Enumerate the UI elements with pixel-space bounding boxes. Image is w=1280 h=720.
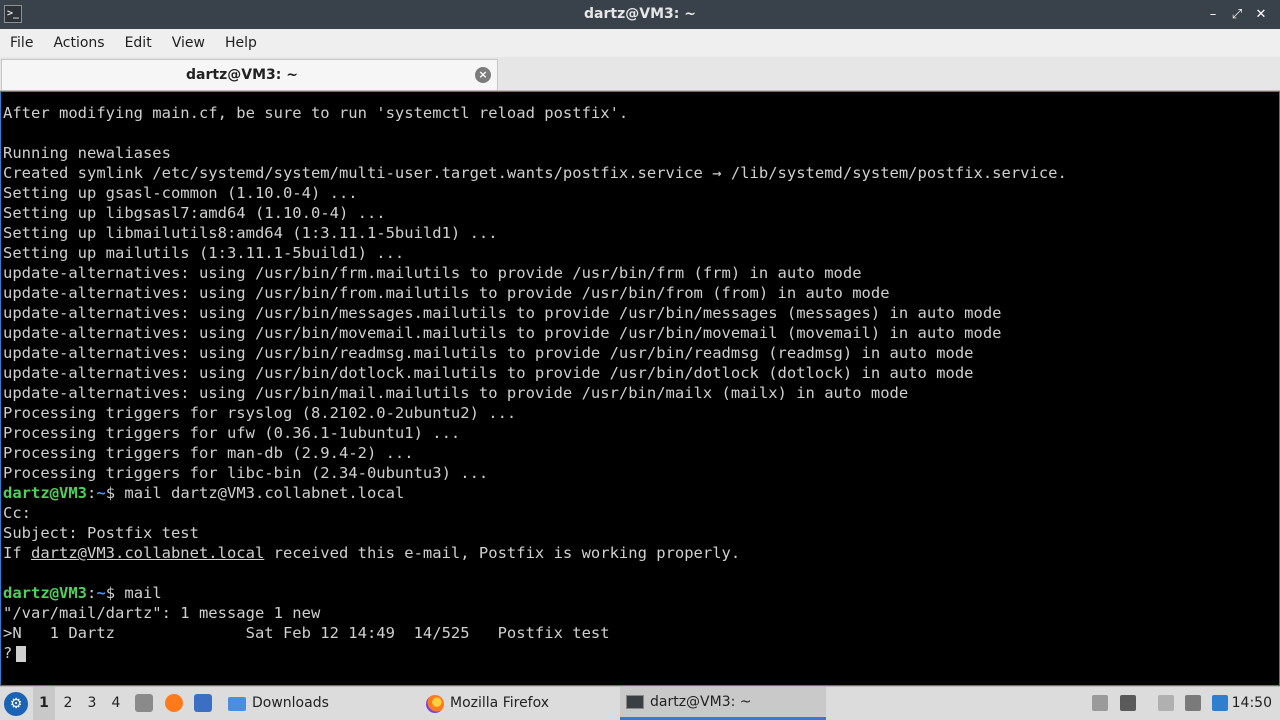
clock[interactable]: 14:50 <box>1232 687 1272 720</box>
email-link[interactable]: dartz@VM3.collabnet.local <box>31 544 264 562</box>
body-prefix: If <box>3 544 31 562</box>
terminal-line: Setting up libgsasl7:amd64 (1.10.0-4) ..… <box>3 204 386 222</box>
terminal-line: update-alternatives: using /usr/bin/dotl… <box>3 364 974 382</box>
prompt-separator: : <box>87 484 97 502</box>
terminal-output[interactable]: After modifying main.cf, be sure to run … <box>0 91 1280 686</box>
prompt-separator: : <box>87 584 97 602</box>
files-launcher-icon[interactable] <box>135 694 153 712</box>
window-title: dartz@VM3: ~ <box>584 6 696 22</box>
terminal-line: update-alternatives: using /usr/bin/frm.… <box>3 264 862 282</box>
prompt-user: dartz@VM3 <box>3 584 87 602</box>
command-text: mail dartz@VM3.collabnet.local <box>115 484 405 502</box>
volume-icon[interactable] <box>1120 695 1136 711</box>
terminal-line: Setting up libmailutils8:amd64 (1:3.11.1… <box>3 224 498 242</box>
task-label: Downloads <box>252 695 329 711</box>
terminal-line: Setting up gsasl-common (1.10.0-4) ... <box>3 184 358 202</box>
firefox-icon <box>426 694 444 713</box>
firefox-launcher-icon[interactable] <box>165 694 183 712</box>
workspace-2[interactable]: 2 <box>57 687 79 720</box>
prompt-line: dartz@VM3:~$ mail <box>3 583 1273 603</box>
prompt-sign: $ <box>105 484 116 502</box>
workspace-3[interactable]: 3 <box>81 687 103 720</box>
input-line[interactable]: ? <box>3 643 1273 663</box>
update-icon[interactable] <box>1212 695 1228 711</box>
terminal-line: Processing triggers for ufw (0.36.1-1ubu… <box>3 424 461 442</box>
terminal-line: Processing triggers for libc-bin (2.34-0… <box>3 464 489 482</box>
body-suffix: received this e-mail, Postfix is working… <box>264 544 741 562</box>
prompt-path: ~ <box>96 584 106 602</box>
terminal-icon <box>626 695 644 709</box>
workspace-4[interactable]: 4 <box>105 687 127 720</box>
command-text: mail <box>115 584 162 602</box>
terminal-line: If dartz@VM3.collabnet.local received th… <box>3 543 1273 563</box>
menu-bar: File Actions Edit View Help <box>0 29 1280 57</box>
terminal-line: Processing triggers for man-db (2.9.4-2)… <box>3 444 414 462</box>
terminal-tab[interactable]: dartz@VM3: ~ × <box>1 59 498 90</box>
desktop-launcher-icon[interactable] <box>194 694 212 712</box>
screen-icon[interactable] <box>1185 695 1201 711</box>
terminal-line: Processing triggers for rsyslog (8.2102.… <box>3 404 517 422</box>
start-menu-icon[interactable]: ⚙ <box>4 692 28 716</box>
clipboard-icon[interactable] <box>1158 695 1174 711</box>
prompt-user: dartz@VM3 <box>3 484 87 502</box>
window-titlebar[interactable]: >_ dartz@VM3: ~ – ⤢ ✕ <box>0 0 1280 29</box>
task-downloads[interactable]: Downloads <box>222 687 335 720</box>
task-terminal[interactable]: dartz@VM3: ~ <box>620 687 826 720</box>
terminal-line: Cc: <box>3 504 31 522</box>
folder-icon <box>228 696 246 711</box>
terminal-line: "/var/mail/dartz": 1 message 1 new <box>3 604 321 622</box>
menu-actions[interactable]: Actions <box>43 29 114 57</box>
menu-view[interactable]: View <box>162 29 215 57</box>
close-button[interactable]: ✕ <box>1250 0 1272 29</box>
terminal-line: update-alternatives: using /usr/bin/mess… <box>3 304 1002 322</box>
maximize-button[interactable]: ⤢ <box>1226 0 1248 29</box>
task-firefox[interactable]: Mozilla Firefox <box>420 687 555 720</box>
terminal-line: update-alternatives: using /usr/bin/read… <box>3 344 974 362</box>
minimize-button[interactable]: – <box>1202 0 1224 29</box>
terminal-line: After modifying main.cf, be sure to run … <box>3 104 629 122</box>
text-cursor <box>16 645 27 662</box>
task-label: Mozilla Firefox <box>450 695 550 711</box>
prompt-path: ~ <box>96 484 106 502</box>
window-controls: – ⤢ ✕ <box>1202 0 1272 29</box>
taskbar: ⚙ 1 2 3 4 Downloads Mozilla Firefox dart… <box>0 686 1280 720</box>
tab-close-icon[interactable]: × <box>475 67 491 83</box>
terminal-line: Setting up mailutils (1:3.11.1-5build1) … <box>3 244 405 262</box>
mail-message-row: >N 1 Dartz Sat Feb 12 14:49 14/525 Postf… <box>3 624 610 642</box>
tab-bar: dartz@VM3: ~ × <box>0 57 1280 91</box>
terminal-line: Running newaliases <box>3 144 171 162</box>
prompt-line: dartz@VM3:~$ mail dartz@VM3.collabnet.lo… <box>3 483 1273 503</box>
menu-file[interactable]: File <box>0 29 43 57</box>
terminal-line: Created symlink /etc/systemd/system/mult… <box>3 164 1067 182</box>
menu-help[interactable]: Help <box>215 29 267 57</box>
terminal-line: update-alternatives: using /usr/bin/move… <box>3 324 1002 342</box>
prompt-sign: $ <box>105 584 116 602</box>
menu-edit[interactable]: Edit <box>115 29 162 57</box>
task-label: dartz@VM3: ~ <box>650 693 752 710</box>
terminal-line: update-alternatives: using /usr/bin/from… <box>3 284 890 302</box>
tray-up-icon[interactable] <box>1092 695 1108 711</box>
terminal-line: update-alternatives: using /usr/bin/mail… <box>3 384 909 402</box>
tab-label: dartz@VM3: ~ <box>186 67 298 83</box>
workspace-1[interactable]: 1 <box>33 687 55 720</box>
mail-input-prompt: ? <box>3 644 13 662</box>
terminal-line: Subject: Postfix test <box>3 524 199 542</box>
